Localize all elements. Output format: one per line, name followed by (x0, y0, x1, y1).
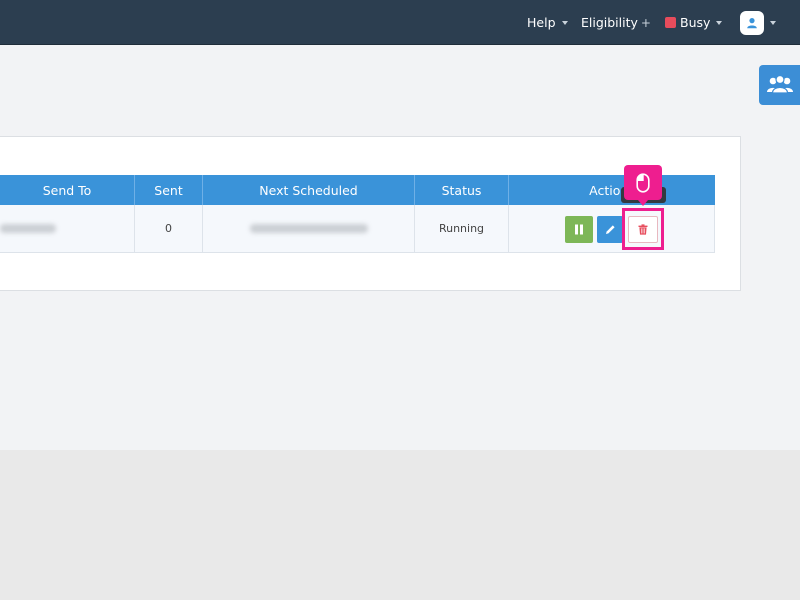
footer-area (0, 450, 800, 600)
redacted-text (249, 224, 368, 233)
help-menu[interactable]: Help (527, 0, 568, 45)
chevron-down-icon (561, 20, 568, 25)
users-icon (766, 74, 793, 94)
team-panel-button[interactable] (759, 65, 800, 105)
mouse-click-badge (624, 165, 662, 206)
chevron-down-icon (716, 20, 723, 25)
cell-status: Running (415, 205, 509, 252)
user-menu[interactable] (740, 0, 776, 45)
eligibility-label: Eligibility (581, 15, 638, 30)
column-header-actions: Actions (589, 182, 635, 198)
cell-sent: 0 (135, 205, 203, 252)
mouse-icon (636, 172, 650, 193)
top-navbar: Help Eligibility + Busy (0, 0, 800, 45)
trash-icon (638, 224, 648, 235)
status-indicator (665, 17, 676, 28)
delete-button[interactable] (628, 216, 658, 243)
column-header-next-scheduled[interactable]: Next Scheduled (203, 175, 415, 205)
cell-next-scheduled (203, 205, 415, 252)
status-label: Busy (680, 15, 711, 30)
status-menu[interactable]: Busy (665, 0, 723, 45)
pencil-icon (605, 225, 615, 234)
cell-send-to (0, 205, 135, 252)
redacted-text (0, 224, 56, 233)
edit-button[interactable] (597, 216, 623, 243)
table-header: Send To Sent Next Scheduled Status Actio… (0, 175, 715, 205)
avatar (740, 10, 764, 35)
help-label: Help (527, 15, 556, 30)
chevron-down-icon (770, 20, 776, 25)
user-icon (747, 17, 757, 28)
column-header-status[interactable]: Status (415, 175, 509, 205)
plus-icon: + (640, 15, 651, 30)
column-header-sent[interactable]: Sent (135, 175, 203, 205)
column-header-send-to[interactable]: Send To (0, 175, 135, 205)
eligibility-menu[interactable]: Eligibility + (581, 0, 651, 45)
pause-icon (575, 224, 583, 235)
pause-button[interactable] (565, 216, 593, 243)
